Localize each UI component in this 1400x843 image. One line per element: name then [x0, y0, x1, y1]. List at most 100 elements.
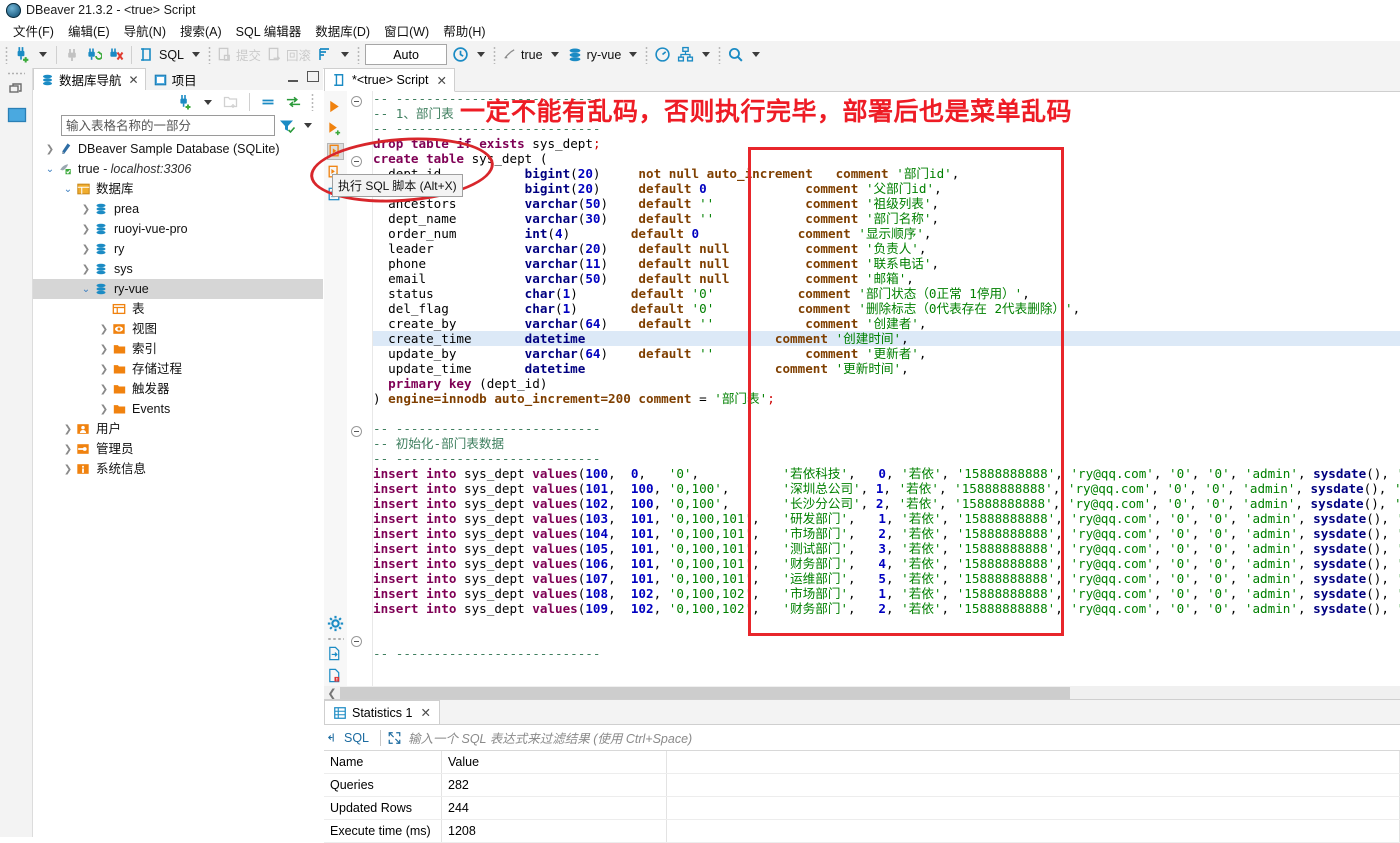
tab-statistics-1[interactable]: Statistics 1 ✕ [324, 700, 440, 724]
toolbar-drag-handle[interactable] [493, 45, 497, 64]
chevron-down-icon[interactable]: ⌄ [61, 184, 75, 195]
transaction-mode-combo[interactable]: Auto [365, 44, 448, 65]
menu-item-help[interactable]: 帮助(H) [436, 20, 492, 41]
chevron-right-icon[interactable]: ❯ [61, 424, 75, 435]
search-button[interactable] [724, 44, 747, 66]
menu-item-database[interactable]: 数据库(D) [308, 20, 377, 41]
fold-marker[interactable] [351, 636, 362, 647]
tree-item-sqlite-sample[interactable]: ❯ DBeaver Sample Database (SQLite) [33, 139, 323, 159]
execute-statement-icon[interactable] [327, 99, 344, 116]
tree-item-tables[interactable]: 表 [33, 299, 323, 319]
nav-new-connection-dropdown[interactable] [204, 99, 212, 105]
chevron-right-icon[interactable]: ❯ [97, 364, 111, 375]
chevron-down-icon[interactable]: ⌄ [43, 164, 57, 175]
disconnect-button[interactable] [61, 44, 83, 66]
tree-item-db-ruoyi-vue-pro[interactable]: ❯ ruoyi-vue-pro [33, 219, 323, 239]
filter-icon[interactable] [278, 118, 296, 134]
column-header-value[interactable]: Value [441, 751, 667, 774]
transaction-log-button[interactable] [449, 44, 472, 66]
generate-sql-icon[interactable] [327, 668, 344, 685]
transaction-mode-dropdown[interactable] [341, 52, 350, 57]
chevron-down-icon[interactable]: ⌄ [79, 284, 93, 295]
toolbar-drag-handle[interactable] [718, 45, 722, 64]
nav-new-folder-button[interactable] [220, 91, 242, 113]
export-data-icon[interactable] [327, 646, 344, 663]
nav-new-connection-button[interactable] [174, 91, 196, 113]
collapse-all-button[interactable] [257, 91, 279, 113]
toolbar-drag-handle[interactable] [357, 45, 361, 64]
new-connection-dropdown[interactable] [39, 52, 47, 57]
invalidate-reconnect-button[interactable] [105, 44, 127, 66]
toolbar-drag-handle[interactable] [645, 45, 649, 64]
results-filter-placeholder[interactable]: 输入一个 SQL 表达式来过滤结果 (使用 Ctrl+Space) [408, 728, 692, 747]
database-perspective-icon[interactable] [7, 107, 27, 123]
dashboard-button[interactable] [651, 44, 674, 66]
minimize-panel-icon[interactable] [288, 72, 298, 82]
table-row[interactable]: Queries 282 [324, 773, 1400, 797]
new-sql-editor-button[interactable]: SQL [136, 44, 187, 66]
navigator-view-menu[interactable] [311, 93, 314, 111]
commit-button[interactable]: 提交 [214, 44, 264, 66]
tree-item-db-prea[interactable]: ❯ prea [33, 199, 323, 219]
tree-item-triggers[interactable]: ❯ 触发器 [33, 379, 323, 399]
chevron-right-icon[interactable]: ❯ [79, 264, 93, 275]
chevron-right-icon[interactable]: ❯ [97, 404, 111, 415]
database-selector-button[interactable]: ry-vue [564, 44, 625, 66]
schema-selector-dropdown[interactable] [550, 52, 559, 57]
chevron-right-icon[interactable]: ❯ [79, 224, 93, 235]
chevron-right-icon[interactable]: ❯ [79, 204, 93, 215]
menu-item-navigate[interactable]: 导航(N) [117, 20, 173, 41]
tree-item-events[interactable]: ❯ Events [33, 399, 323, 419]
chevron-right-icon[interactable]: ❯ [61, 444, 75, 455]
menu-item-edit[interactable]: 编辑(E) [61, 20, 117, 41]
fold-marker[interactable] [351, 96, 362, 107]
close-icon[interactable]: ✕ [420, 705, 430, 720]
tab-sql-script[interactable]: *<true> Script ✕ [324, 68, 455, 92]
transaction-log-dropdown[interactable] [477, 52, 486, 57]
table-filter-input[interactable] [61, 115, 275, 136]
menu-item-search[interactable]: 搜索(A) [173, 20, 229, 41]
table-row[interactable]: Updated Rows 244 [324, 796, 1400, 820]
fold-marker[interactable] [351, 426, 362, 437]
search-dropdown[interactable] [752, 52, 761, 57]
tab-project[interactable]: 项目 [146, 68, 204, 90]
new-connection-button[interactable] [11, 44, 34, 66]
schema-selector-button[interactable]: true [499, 44, 546, 66]
chevron-right-icon[interactable]: ❯ [79, 244, 93, 255]
tree-item-views[interactable]: ❯ 视图 [33, 319, 323, 339]
editor-horizontal-scrollbar[interactable]: ❮ [324, 686, 1400, 700]
rail-drag-handle[interactable] [327, 637, 344, 641]
tree-item-connection-true[interactable]: ⌄ true - localhost:3306 [33, 159, 323, 179]
sql-editor-dropdown[interactable] [192, 52, 201, 57]
close-icon[interactable]: ✕ [436, 73, 446, 88]
settings-gear-icon[interactable] [327, 615, 344, 632]
chevron-right-icon[interactable]: ❯ [61, 464, 75, 475]
toolbar-drag-handle[interactable] [208, 45, 212, 64]
scrollbar-thumb[interactable] [340, 686, 1070, 700]
tree-item-system-info[interactable]: ❯ 系统信息 [33, 459, 323, 479]
refresh-connection-button[interactable] [83, 44, 105, 66]
maximize-panel-icon[interactable] [307, 71, 319, 82]
chevron-right-icon[interactable]: ❯ [97, 384, 111, 395]
tree-item-db-sys[interactable]: ❯ sys [33, 259, 323, 279]
tree-item-db-ry-vue[interactable]: ⌄ ry-vue [33, 279, 323, 299]
close-icon[interactable]: ✕ [129, 73, 139, 87]
filter-dropdown[interactable] [304, 123, 312, 128]
menu-item-file[interactable]: 文件(F) [6, 20, 61, 41]
chevron-right-icon[interactable]: ❯ [97, 324, 111, 335]
sql-filter-toggle[interactable]: SQL [327, 731, 369, 745]
chevron-right-icon[interactable]: ❯ [43, 144, 57, 155]
menu-item-window[interactable]: 窗口(W) [377, 20, 436, 41]
execute-new-tab-icon[interactable] [327, 121, 344, 138]
tree-item-users[interactable]: ❯ 用户 [33, 419, 323, 439]
column-header-name[interactable]: Name [324, 751, 442, 774]
toolbar-drag-handle[interactable] [5, 45, 8, 64]
transaction-mode-button[interactable] [314, 44, 336, 66]
er-diagram-dropdown[interactable] [702, 52, 711, 57]
scroll-left-arrow[interactable]: ❮ [324, 687, 340, 700]
tree-item-administrator[interactable]: ❯ 管理员 [33, 439, 323, 459]
er-diagram-button[interactable] [674, 44, 697, 66]
tab-database-navigator[interactable]: 数据库导航 ✕ [33, 68, 146, 90]
tree-item-indexes[interactable]: ❯ 索引 [33, 339, 323, 359]
restore-perspective-icon[interactable] [7, 83, 25, 99]
